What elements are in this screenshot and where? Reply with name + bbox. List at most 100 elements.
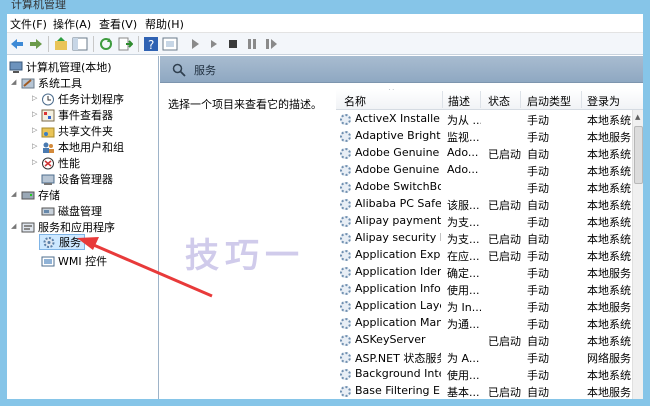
search-icon <box>172 63 186 77</box>
table-row[interactable]: Application Laye... 为 In... 手动 本地服务 <box>336 298 632 315</box>
tree-item-disk-management[interactable]: 磁盘管理 <box>41 203 102 219</box>
expand-arrow-icon[interactable]: ▷ <box>32 126 40 134</box>
menu-action[interactable]: 操作(A) <box>53 16 91 32</box>
disk-icon <box>41 205 55 218</box>
service-description: 使用... <box>447 284 480 297</box>
table-row[interactable]: ASKeyServer 已启动 自动 本地系统 <box>336 332 632 349</box>
table-row[interactable]: Application Infor... 使用... 手动 本地系统 <box>336 281 632 298</box>
table-row[interactable]: Application Expe... 在应... 已启动手动 本地系统 <box>336 247 632 264</box>
service-logon: 本地服务 <box>587 386 631 399</box>
service-startup-type: 自动 <box>527 148 549 161</box>
tree-label: 性能 <box>58 157 80 170</box>
play-icon[interactable] <box>206 36 222 52</box>
service-name: Alibaba PC Safe ... <box>355 197 441 210</box>
tree-item-root[interactable]: 计算机管理(本地) <box>9 59 112 75</box>
pause-service-icon[interactable] <box>244 36 260 52</box>
table-row[interactable]: Background Inte... 使用... 手动 本地系统 <box>336 366 632 383</box>
column-divider[interactable] <box>581 91 582 108</box>
service-logon: 本地系统 <box>587 114 631 127</box>
column-status[interactable]: 状态 <box>488 93 510 109</box>
column-divider[interactable] <box>520 91 521 108</box>
service-description: 为 A... <box>447 352 480 365</box>
vertical-scrollbar[interactable]: ▲ <box>632 110 643 399</box>
scroll-thumb[interactable] <box>634 126 643 184</box>
service-description: 为 In... <box>447 301 481 314</box>
table-row[interactable]: ActiveX Installer ... 为从 ... 手动 本地系统 <box>336 111 632 128</box>
performance-icon <box>41 157 55 170</box>
tree-item-wmi[interactable]: WMI 控件 <box>41 253 107 269</box>
service-status: 已启动 <box>488 386 521 399</box>
table-row[interactable]: Adaptive Brightn... 监视... 手动 本地服务 <box>336 128 632 145</box>
tree-item-task-scheduler[interactable]: 任务计划程序 <box>41 91 124 107</box>
tree-item-device-manager[interactable]: 设备管理器 <box>41 171 113 187</box>
tree-item-services[interactable]: 服务 <box>39 234 85 250</box>
service-logon: 本地服务 <box>587 301 631 314</box>
tree-item-services-apps[interactable]: 服务和应用程序 <box>21 219 115 235</box>
expand-arrow-icon[interactable]: ▷ <box>32 158 40 166</box>
refresh-icon[interactable] <box>98 36 114 52</box>
table-row[interactable]: Adobe Genuine ... Ado... 已启动自动 本地系统 <box>336 145 632 162</box>
table-row[interactable]: Base Filtering En... 基本... 已启动自动 本地服务 <box>336 383 632 399</box>
sort-ascending-icon: ^ <box>388 89 395 95</box>
menu-help[interactable]: 帮助(H) <box>145 16 184 32</box>
table-row[interactable]: Alipay security b... 为支... 已启动自动 本地系统 <box>336 230 632 247</box>
service-description: 确定... <box>447 267 480 280</box>
service-name: Application Laye... <box>355 299 441 312</box>
service-name: Alipay payment ... <box>355 214 441 227</box>
stop-service-icon[interactable] <box>225 36 241 52</box>
collapse-arrow-icon[interactable]: ◢ <box>11 190 19 198</box>
help-icon[interactable]: ? <box>143 36 159 52</box>
column-logon-as[interactable]: 登录为 <box>587 93 620 109</box>
start-service-icon[interactable] <box>187 36 203 52</box>
tree-label: 事件查看器 <box>58 109 113 122</box>
service-gear-icon <box>340 216 351 227</box>
table-row[interactable]: Adobe Genuine ... Ado... 手动 本地系统 <box>336 162 632 179</box>
service-gear-icon <box>340 352 351 363</box>
tree-item-system-tools[interactable]: 系统工具 <box>21 75 82 91</box>
collapse-arrow-icon[interactable]: ◢ <box>11 222 19 230</box>
forward-icon[interactable] <box>28 36 44 52</box>
table-row[interactable]: Adobe SwitchBo... 手动 本地系统 <box>336 179 632 196</box>
scroll-up-icon[interactable]: ▲ <box>635 113 640 121</box>
services-table: 名称 ^ 描述 状态 启动类型 登录为 ActiveX Installer ..… <box>336 89 643 399</box>
service-gear-icon <box>340 369 351 380</box>
column-name[interactable]: 名称 <box>344 93 366 109</box>
column-divider[interactable] <box>480 91 481 108</box>
tree-item-local-users[interactable]: 本地用户和组 <box>41 139 124 155</box>
service-startup-type: 手动 <box>527 165 549 178</box>
service-name: ActiveX Installer ... <box>355 112 441 125</box>
tree-item-performance[interactable]: 性能 <box>41 155 80 171</box>
tree-label: 磁盘管理 <box>58 205 102 218</box>
table-row[interactable]: ASP.NET 状态服务为 A... 手动 网络服务 <box>336 349 632 366</box>
tree-label: 计算机管理(本地) <box>26 61 112 74</box>
expand-arrow-icon[interactable]: ▷ <box>32 110 40 118</box>
restart-service-icon[interactable] <box>263 36 279 52</box>
tree-item-shared-folders[interactable]: 共享文件夹 <box>41 123 113 139</box>
up-folder-icon[interactable] <box>53 36 69 52</box>
table-row[interactable]: Alipay payment ... 为支... 手动 本地系统 <box>336 213 632 230</box>
expand-arrow-icon[interactable]: ▷ <box>32 94 40 102</box>
table-row[interactable]: Application Man... 为通... 手动 本地系统 <box>336 315 632 332</box>
column-startup-type[interactable]: 启动类型 <box>527 93 571 109</box>
service-gear-icon <box>340 165 351 176</box>
menu-view[interactable]: 查看(V) <box>99 16 137 32</box>
service-description: 为从 ... <box>447 114 481 127</box>
tree-item-storage[interactable]: 存储 <box>21 187 60 203</box>
service-name: Background Inte... <box>355 367 441 380</box>
column-divider[interactable] <box>442 91 443 108</box>
tree-label: 设备管理器 <box>58 173 113 186</box>
properties-icon[interactable] <box>162 36 178 52</box>
collapse-arrow-icon[interactable]: ◢ <box>11 78 19 86</box>
tree-item-event-viewer[interactable]: 事件查看器 <box>41 107 113 123</box>
table-row[interactable]: Application Iden... 确定... 手动 本地服务 <box>336 264 632 281</box>
service-startup-type: 手动 <box>527 318 549 331</box>
menu-file[interactable]: 文件(F) <box>10 16 47 32</box>
export-list-icon[interactable] <box>117 36 134 52</box>
show-hide-tree-icon[interactable] <box>72 36 88 52</box>
back-icon[interactable] <box>9 36 25 52</box>
expand-arrow-icon[interactable]: ▷ <box>32 142 40 150</box>
service-startup-type: 自动 <box>527 386 549 399</box>
column-description[interactable]: 描述 <box>448 93 470 109</box>
table-row[interactable]: Alibaba PC Safe ... 该服... 已启动自动 本地系统 <box>336 196 632 213</box>
tree-label: 任务计划程序 <box>58 93 124 106</box>
